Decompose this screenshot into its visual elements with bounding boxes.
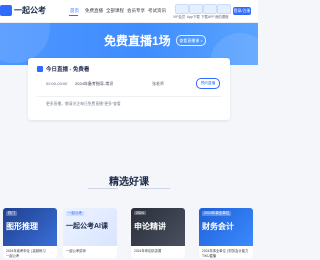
my-course-label[interactable]: 我的课程 [215,14,229,19]
course-badge: 一起公考 [66,211,84,216]
course-thumb-text: 图形推理 [6,222,38,231]
course-badge: 2024年事业单位 [202,211,232,216]
course-card[interactable]: 热门 图形推理 2024年省考申论 | 高频练习 一起公考 [3,208,57,258]
my-course-icon[interactable] [217,4,231,14]
course-caption[interactable]: 一起公考讲师 [66,248,86,253]
vip-icon[interactable] [175,4,189,14]
live-time: 02:00-03:00 [46,81,68,86]
course-subcaption: 一起公考 [6,254,20,258]
section-title-decoration [88,188,170,190]
app-label[interactable]: App下载 [187,14,200,19]
course-thumb-text: 申论精讲 [134,222,166,231]
view-live-button[interactable]: 查看直播课 > [176,35,206,46]
vip-label[interactable]: VIP会员 [173,14,185,19]
live-row[interactable]: 02:00-03:00 2024年备考指导-常识 张老师 预约直播 [46,78,222,90]
live-icon [37,66,43,72]
nav-all-courses[interactable]: 全部课程 [106,8,124,14]
download-icon[interactable] [203,4,217,14]
live-notice: 更多直播，敬请关注每日免费直播“更多”查看 [46,102,121,106]
course-thumb-text: 财务会计 [202,222,234,231]
download-label[interactable]: 下载APP [201,14,215,19]
app-icon[interactable] [189,4,203,14]
reserve-button[interactable]: 预约直播 [196,78,220,89]
course-card[interactable]: 2024年事业单位 财务会计 2024年事业单位 | 财务会计能力 TIKU直播 [199,208,253,258]
course-badge: 热门 [6,211,17,216]
live-card: 今日直播 - 免费看 02:00-03:00 2024年备考指导-常识 张老师 … [28,58,230,120]
top-header: 一起公考 首页 免费直播 全部课程 会员专享 考试资讯 VIP会员 App下载 … [0,0,258,23]
live-teacher: 张老师 [152,81,164,86]
divider [37,96,221,97]
logo-text[interactable]: 一起公考 [14,5,46,16]
live-course-name[interactable]: 2024年备考指导-常识 [75,81,113,87]
live-card-title: 今日直播 - 免费看 [46,67,90,73]
course-thumb-text: 一起公考AI课 [66,223,108,230]
hero-title: 免费直播1场 [104,34,171,48]
nav-exam-news[interactable]: 考试资讯 [148,8,166,14]
logo-icon[interactable] [0,5,12,16]
hero-decoration [0,23,50,63]
nav-vip[interactable]: 会员专享 [127,8,145,14]
course-card[interactable]: 一起公考 一起公考AI课 一起公考讲师 [63,208,117,258]
course-caption[interactable]: 2024年申论精讲课 [134,248,161,253]
nav-free-live[interactable]: 免费直播 [85,8,103,14]
course-subcaption: TIKU直播 [202,254,217,258]
login-button[interactable]: 登录/注册 [233,7,251,15]
course-card[interactable]: 2024 申论精讲 2024年申论精讲课 [131,208,185,258]
section-title: 精选好课 [109,177,149,188]
nav-home[interactable]: 首页 [70,8,79,14]
course-badge: 2024 [134,211,146,215]
nav-active-indicator [69,15,78,16]
